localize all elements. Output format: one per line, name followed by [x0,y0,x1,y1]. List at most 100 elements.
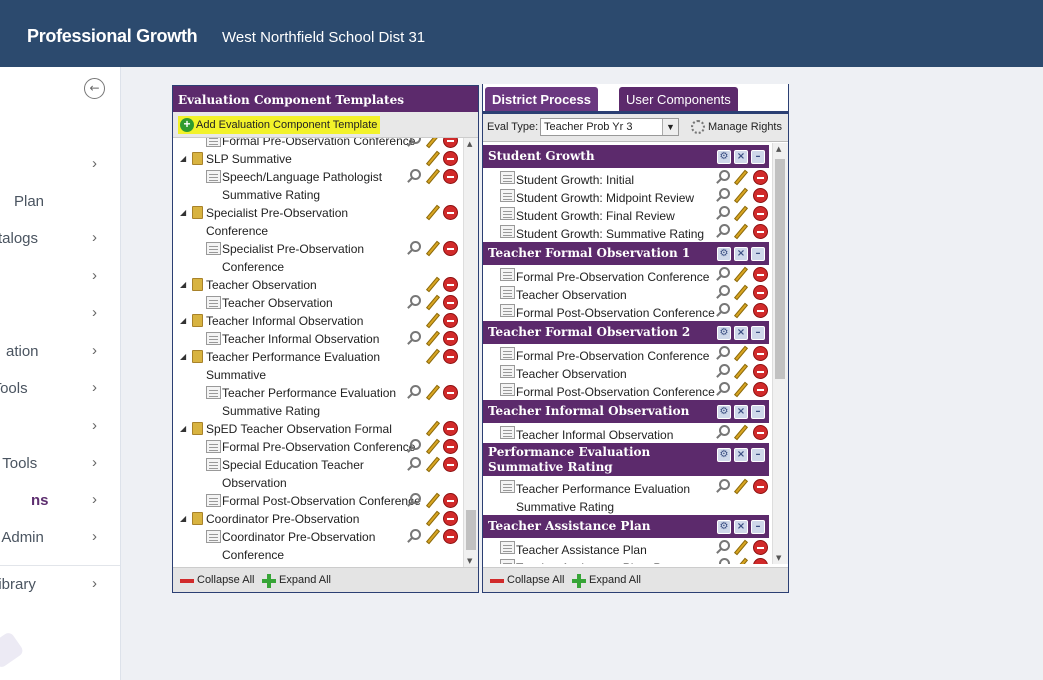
section-close-icon[interactable]: × [734,448,748,462]
section-header[interactable]: Teacher Informal Observation ⚙ × – [483,400,769,423]
delete-icon[interactable] [753,382,768,397]
delete-icon[interactable] [443,331,458,346]
delete-icon[interactable] [443,421,458,436]
edit-pencil-icon[interactable] [426,456,440,473]
edit-pencil-icon[interactable] [734,424,748,441]
component-item[interactable]: Formal Pre-Observation Conference [483,266,771,284]
scroll-thumb[interactable] [775,159,785,379]
edit-pencil-icon[interactable] [734,302,748,319]
tree-node[interactable]: Special Education Teacher Observation [173,456,463,492]
delete-icon[interactable] [443,457,458,472]
app-title[interactable]: Professional Growth [27,26,198,47]
delete-icon[interactable] [753,364,768,379]
process-scrollbar[interactable]: ▲ ▼ [772,143,788,564]
delete-icon[interactable] [443,277,458,292]
expand-triangle-icon[interactable]: ◢ [180,208,186,217]
edit-pencil-icon[interactable] [734,363,748,380]
chevron-right-icon[interactable]: › [92,491,97,508]
templates-scrollbar[interactable]: ▲ ▼ [463,138,478,567]
section-close-icon[interactable]: × [734,405,748,419]
expand-all-button[interactable]: Expand All [262,574,331,588]
delete-icon[interactable] [443,439,458,454]
preview-magnifier-icon[interactable] [410,331,421,342]
chevron-down-icon[interactable]: ▼ [662,119,678,135]
tab-user-components[interactable]: User Components [619,87,738,112]
section-header[interactable]: Teacher Formal Observation 1 ⚙ × – [483,242,769,265]
preview-magnifier-icon[interactable] [410,169,421,180]
section-header[interactable]: Student Growth ⚙ × – [483,145,769,168]
section-settings-icon[interactable]: ⚙ [717,520,731,534]
delete-icon[interactable] [753,558,768,564]
chevron-right-icon[interactable]: › [92,379,97,396]
edit-pencil-icon[interactable] [426,138,440,149]
preview-magnifier-icon[interactable] [410,241,421,252]
preview-magnifier-icon[interactable] [410,138,421,144]
expand-triangle-icon[interactable]: ◢ [180,280,186,289]
edit-pencil-icon[interactable] [734,284,748,301]
sidebar-item[interactable]: Sys Admin › [0,528,120,551]
edit-pencil-icon[interactable] [734,169,748,186]
expand-triangle-icon[interactable]: ◢ [180,316,186,325]
preview-magnifier-icon[interactable] [719,425,730,436]
edit-pencil-icon[interactable] [734,381,748,398]
component-item[interactable]: Teacher Observation [483,363,771,381]
scroll-down-icon[interactable]: ▼ [776,554,781,562]
edit-pencil-icon[interactable] [734,205,748,222]
preview-magnifier-icon[interactable] [410,295,421,306]
delete-icon[interactable] [753,267,768,282]
tree-node[interactable]: ◢ Coordinator Pre-Observation [173,510,463,528]
preview-magnifier-icon[interactable] [719,188,730,199]
edit-pencil-icon[interactable] [734,539,748,556]
section-collapse-icon[interactable]: – [751,520,765,534]
component-item[interactable]: Teacher Assistance Plan: Progress [483,557,771,564]
edit-pencil-icon[interactable] [426,330,440,347]
edit-pencil-icon[interactable] [734,478,748,495]
chevron-right-icon[interactable]: › [92,454,97,471]
section-header[interactable]: Performance Evaluation Summative Rating ⚙… [483,443,769,476]
section-header[interactable]: Teacher Formal Observation 2 ⚙ × – [483,321,769,344]
preview-magnifier-icon[interactable] [410,385,421,396]
section-settings-icon[interactable]: ⚙ [717,448,731,462]
delete-icon[interactable] [753,303,768,318]
edit-pencil-icon[interactable] [426,510,440,527]
preview-magnifier-icon[interactable] [719,267,730,278]
tree-node[interactable]: Formal Pre-Observation Conference [173,438,463,456]
chevron-right-icon[interactable]: › [92,304,97,321]
edit-pencil-icon[interactable] [426,240,440,257]
preview-magnifier-icon[interactable] [410,457,421,468]
edit-pencil-icon[interactable] [426,384,440,401]
delete-icon[interactable] [753,170,768,185]
edit-pencil-icon[interactable] [426,276,440,293]
edit-pencil-icon[interactable] [426,312,440,329]
section-collapse-icon[interactable]: – [751,326,765,340]
tree-node[interactable]: Formal Pre-Observation Conference [173,138,463,150]
tree-node[interactable]: ◢ Teacher Observation [173,276,463,294]
delete-icon[interactable] [443,138,458,148]
delete-icon[interactable] [753,206,768,221]
expand-triangle-icon[interactable]: ◢ [180,424,186,433]
component-item[interactable]: Formal Pre-Observation Conference [483,345,771,363]
section-header[interactable]: Teacher Assistance Plan ⚙ × – [483,515,769,538]
delete-icon[interactable] [753,346,768,361]
delete-icon[interactable] [443,493,458,508]
preview-magnifier-icon[interactable] [719,224,730,235]
tree-node[interactable]: Formal Post-Observation Conference [173,492,463,510]
sidebar-item[interactable]: ation › [0,342,120,365]
chevron-right-icon[interactable]: › [92,342,97,359]
eval-type-select[interactable]: Teacher Prob Yr 3 ▼ [540,118,679,136]
preview-magnifier-icon[interactable] [719,540,730,551]
tree-node[interactable]: ◢ SLP Summative [173,150,463,168]
section-collapse-icon[interactable]: – [751,405,765,419]
delete-icon[interactable] [443,241,458,256]
tree-node[interactable]: ◢ Teacher Performance Evaluation Summative [173,348,463,384]
sidebar-item[interactable]: › [0,267,120,290]
add-template-button[interactable]: + Add Evaluation Component Template [178,116,381,134]
back-arrow-icon[interactable]: ← [84,78,105,99]
edit-pencil-icon[interactable] [734,345,748,362]
edit-pencil-icon[interactable] [426,168,440,185]
expand-triangle-icon[interactable]: ◢ [180,514,186,523]
component-item[interactable]: Teacher Observation [483,284,771,302]
preview-magnifier-icon[interactable] [410,493,421,504]
tree-node[interactable]: ◢ Specialist Pre-Observation Conference [173,204,463,240]
collapse-all-button[interactable]: Collapse All [180,574,254,586]
